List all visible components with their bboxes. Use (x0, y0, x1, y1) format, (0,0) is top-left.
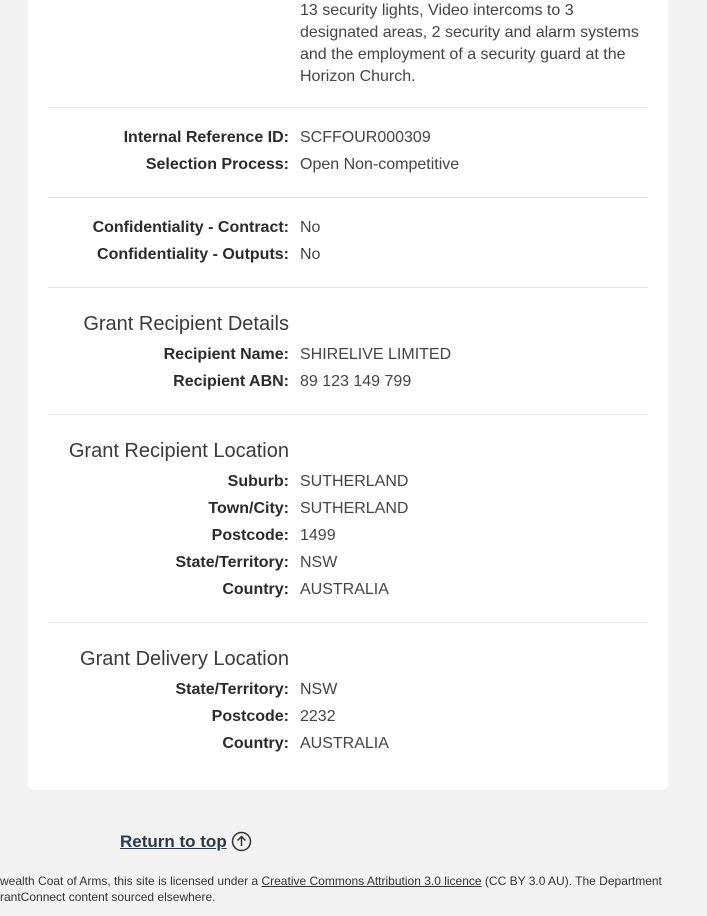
recipient-name-label: Recipient Name: (163, 346, 289, 363)
town-city-label: Town/City: (208, 500, 289, 517)
selection-process-row: Selection Process: Open Non-competitive (0, 154, 707, 176)
confidentiality-outputs-value: No (300, 246, 321, 263)
recipient-details-heading: Grant Recipient Details (83, 313, 289, 335)
recipient-location-heading: Grant Recipient Location (68, 440, 289, 462)
internal-reference-value: SCFFOUR000309 (300, 129, 431, 146)
delivery-postcode-value: 2232 (300, 708, 336, 725)
state-territory-row: State/Territory: NSW (0, 552, 707, 574)
delivery-location-heading: Grant Delivery Location (80, 648, 289, 670)
footer-line-1-suffix: (CC BY 3.0 AU). The Department (481, 874, 662, 888)
postcode-value: 1499 (300, 527, 336, 544)
footer-line-1-prefix: wealth Coat of Arms, this site is licens… (0, 874, 262, 888)
town-city-row: Town/City: SUTHERLAND (0, 498, 707, 520)
arrow-up-circle-icon (231, 831, 251, 852)
delivery-postcode-row: Postcode: 2232 (0, 706, 707, 728)
creative-commons-link[interactable]: Creative Commons Attribution 3.0 licence (261, 874, 481, 888)
recipient-abn-row: Recipient ABN: 89 123 149 799 (0, 371, 707, 393)
state-territory-value: NSW (300, 554, 338, 571)
country-label: Country: (222, 581, 289, 598)
description-line: and the employment of a security guard a… (300, 46, 626, 63)
delivery-state-row: State/Territory: NSW (0, 679, 707, 701)
confidentiality-contract-label: Confidentiality - Contract: (92, 219, 289, 236)
country-row: Country: AUSTRALIA (0, 579, 707, 601)
description-line: Horizon Church. (300, 68, 416, 85)
description-line: 13 security lights, Video intercoms to 3 (300, 2, 574, 19)
suburb-row: Suburb: SUTHERLAND (0, 471, 707, 493)
recipient-name-row: Recipient Name: SHIRELIVE LIMITED (0, 344, 707, 366)
postcode-row: Postcode: 1499 (0, 525, 707, 547)
section-divider (48, 287, 648, 288)
delivery-postcode-label: Postcode: (211, 708, 289, 725)
delivery-state-value: NSW (300, 681, 338, 698)
suburb-label: Suburb: (227, 473, 289, 490)
postcode-label: Postcode: (211, 527, 289, 544)
section-divider (48, 197, 648, 198)
confidentiality-outputs-label: Confidentiality - Outputs: (97, 246, 289, 263)
section-divider (48, 414, 648, 415)
description-line: designated areas, 2 security and alarm s… (300, 24, 639, 41)
country-value: AUSTRALIA (300, 581, 389, 598)
recipient-abn-value: 89 123 149 799 (300, 373, 412, 390)
recipient-name-value: SHIRELIVE LIMITED (300, 346, 452, 363)
delivery-country-row: Country: AUSTRALIA (0, 733, 707, 755)
confidentiality-outputs-row: Confidentiality - Outputs: No (0, 244, 707, 266)
footer-line-1: wealth Coat of Arms, this site is licens… (0, 873, 662, 889)
confidentiality-contract-value: No (300, 219, 321, 236)
delivery-state-label: State/Territory: (175, 681, 289, 698)
footer-licence-text: wealth Coat of Arms, this site is licens… (0, 873, 662, 905)
selection-process-label: Selection Process: (145, 156, 289, 173)
delivery-country-value: AUSTRALIA (300, 735, 389, 752)
footer-line-2: rantConnect content sourced elsewhere. (0, 890, 216, 904)
internal-reference-label: Internal Reference ID: (123, 129, 289, 146)
delivery-country-label: Country: (222, 735, 289, 752)
return-to-top-label: Return to top (120, 831, 227, 851)
section-divider (48, 622, 648, 623)
recipient-abn-label: Recipient ABN: (173, 373, 289, 390)
section-divider (48, 107, 648, 108)
confidentiality-contract-row: Confidentiality - Contract: No (0, 217, 707, 239)
state-territory-label: State/Territory: (175, 554, 289, 571)
suburb-value: SUTHERLAND (300, 473, 409, 490)
return-to-top-link[interactable]: Return to top (120, 831, 252, 852)
internal-reference-row: Internal Reference ID: SCFFOUR000309 (0, 127, 707, 149)
grant-description: 13 security lights, Video intercoms to 3… (300, 0, 650, 88)
town-city-value: SUTHERLAND (300, 500, 409, 517)
selection-process-value: Open Non-competitive (300, 156, 460, 173)
